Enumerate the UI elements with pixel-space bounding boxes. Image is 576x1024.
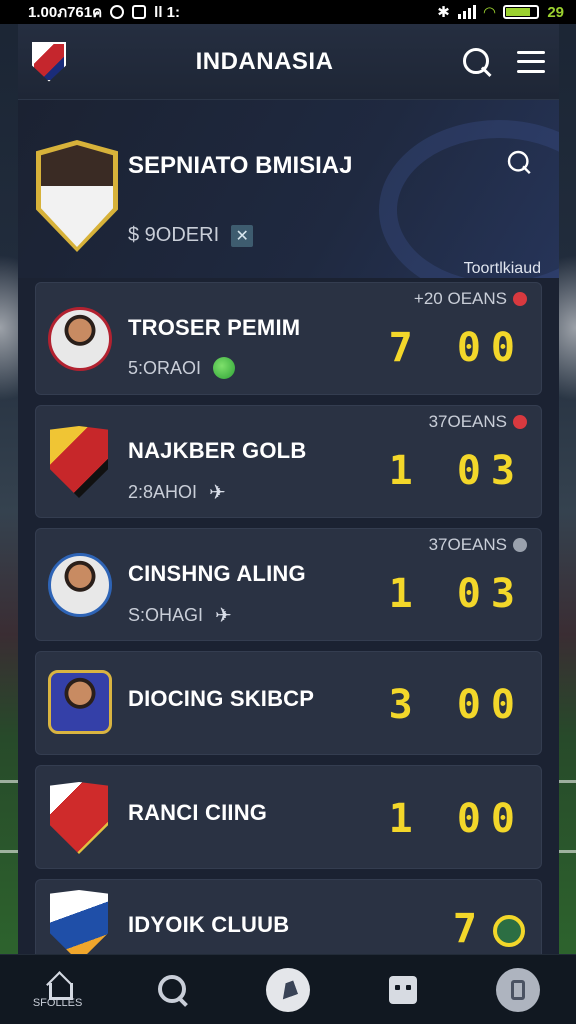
list-item-score: 7 xyxy=(452,906,487,952)
list-item-meta: +20 OEANS xyxy=(414,289,527,309)
app-notification-icon xyxy=(132,5,147,19)
list-item-meta: 37OEANS xyxy=(429,535,527,555)
nav-search[interactable] xyxy=(133,974,213,1005)
featured-side-label: Toortlkiaud xyxy=(463,260,541,277)
home-icon xyxy=(43,971,73,1000)
list-item[interactable]: IDYOIK CLUUB 7 xyxy=(35,879,542,965)
compose-icon xyxy=(265,967,310,1012)
list-item-score: 1 03 xyxy=(388,571,525,617)
status-bar: 1.00ภ761ค ll 1: ✱ ◠ 29 xyxy=(0,0,576,24)
club-crest-icon xyxy=(50,890,108,962)
club-crest-icon xyxy=(50,426,108,498)
list-item-sub-text: 5:ORAOI xyxy=(128,357,202,378)
page-title: INDANASIA xyxy=(195,47,334,75)
airplane-icon: ✈ xyxy=(215,605,232,627)
list-item-meta-text: 37OEANS xyxy=(428,535,507,554)
bottom-nav: SFOLLES xyxy=(0,954,576,1024)
menu-icon[interactable] xyxy=(517,50,545,73)
list-item-meta: 37OEANS xyxy=(429,412,527,432)
featured-player-subtitle: $ 9ODERI ✕ xyxy=(128,224,254,247)
featured-subtitle-text: $ 9ODERI xyxy=(128,224,220,246)
list-item-score: 3 00 xyxy=(388,682,525,728)
nav-lock[interactable] xyxy=(478,967,558,1012)
list-item-score: 7 00 xyxy=(388,325,525,371)
search-icon xyxy=(157,974,188,1005)
wifi-icon: ◠ xyxy=(483,4,496,21)
decorative-swoosh xyxy=(379,120,559,278)
featured-search-icon[interactable] xyxy=(507,150,530,173)
nav-compose[interactable] xyxy=(248,967,328,1012)
list-item-sub-text: S:OHAGI xyxy=(128,605,204,625)
status-signal-text: ll 1: xyxy=(154,3,180,21)
football-icon xyxy=(213,357,236,379)
list-item[interactable]: CINSHNG ALING S:OHAGI ✈ 37OEANS 1 03 xyxy=(35,528,542,641)
cell-signal-icon xyxy=(457,5,476,19)
featured-player-avatar xyxy=(36,140,118,252)
list-item[interactable]: DIOCING SKIBCP 3 00 xyxy=(35,651,542,755)
featured-player-name: SEPNIATO BMISIAJ xyxy=(128,152,353,179)
nav-inbox[interactable] xyxy=(363,975,443,1004)
airplane-icon: ✈ xyxy=(209,482,226,504)
club-logo-icon[interactable] xyxy=(32,41,66,82)
status-time: 1.00ภ761ค xyxy=(28,4,103,21)
list-item-meta-text: 37OEANS xyxy=(428,412,507,431)
battery-icon xyxy=(503,5,540,19)
featured-player-card[interactable]: SEPNIATO BMISIAJ $ 9ODERI ✕ Toortlkiaud xyxy=(18,100,559,278)
player-list: TROSER PEMIM 5:ORAOI +20 OEANS 7 00 NAJK… xyxy=(35,282,542,975)
list-item-name: TROSER PEMIM xyxy=(128,315,301,340)
player-avatar xyxy=(48,307,112,371)
list-item-sub: 5:ORAOI xyxy=(128,357,236,379)
list-item-score: 1 00 xyxy=(388,796,525,842)
list-item-name: DIOCING SKIBCP xyxy=(128,686,315,711)
list-item[interactable]: NAJKBER GOLB 2:8AHOI ✈ 37OEANS 1 03 xyxy=(35,405,542,518)
player-avatar xyxy=(48,553,112,617)
status-dot-icon xyxy=(513,538,527,552)
status-dot-icon xyxy=(513,292,527,306)
list-item-name: IDYOIK CLUUB xyxy=(128,912,290,937)
lock-icon xyxy=(496,967,541,1012)
battery-level: 29 xyxy=(547,3,564,21)
list-item-score-wrap: 7 xyxy=(453,906,525,952)
list-item-score: 1 03 xyxy=(388,448,525,494)
list-item[interactable]: TROSER PEMIM 5:ORAOI +20 OEANS 7 00 xyxy=(35,282,542,395)
club-badge-icon xyxy=(493,915,525,947)
inbox-icon xyxy=(389,975,418,1004)
list-item-name: CINSHNG ALING xyxy=(128,561,306,586)
list-item-sub-text: 2:8AHOI xyxy=(128,482,198,502)
list-item[interactable]: RANCI CIING 1 00 xyxy=(35,765,542,869)
list-item-name: NAJKBER GOLB xyxy=(128,438,307,463)
list-item-sub: 2:8AHOI ✈ xyxy=(128,480,226,505)
search-icon[interactable] xyxy=(463,47,491,76)
club-crest-icon xyxy=(50,782,108,854)
status-dot-icon xyxy=(513,415,527,429)
app-header: INDANASIA xyxy=(18,24,559,100)
app-panel: INDANASIA SEPNIATO BMISIAJ $ 9ODERI ✕ To… xyxy=(18,24,559,965)
list-item-name: RANCI CIING xyxy=(128,800,268,825)
list-item-sub: S:OHAGI ✈ xyxy=(128,603,232,628)
bluetooth-icon: ✱ xyxy=(437,4,450,21)
nav-home[interactable]: SFOLLES xyxy=(18,971,98,1009)
player-avatar xyxy=(48,670,112,734)
notification-icon xyxy=(110,5,125,19)
close-icon[interactable]: ✕ xyxy=(231,224,254,247)
list-item-meta-text: +20 OEANS xyxy=(413,289,507,308)
